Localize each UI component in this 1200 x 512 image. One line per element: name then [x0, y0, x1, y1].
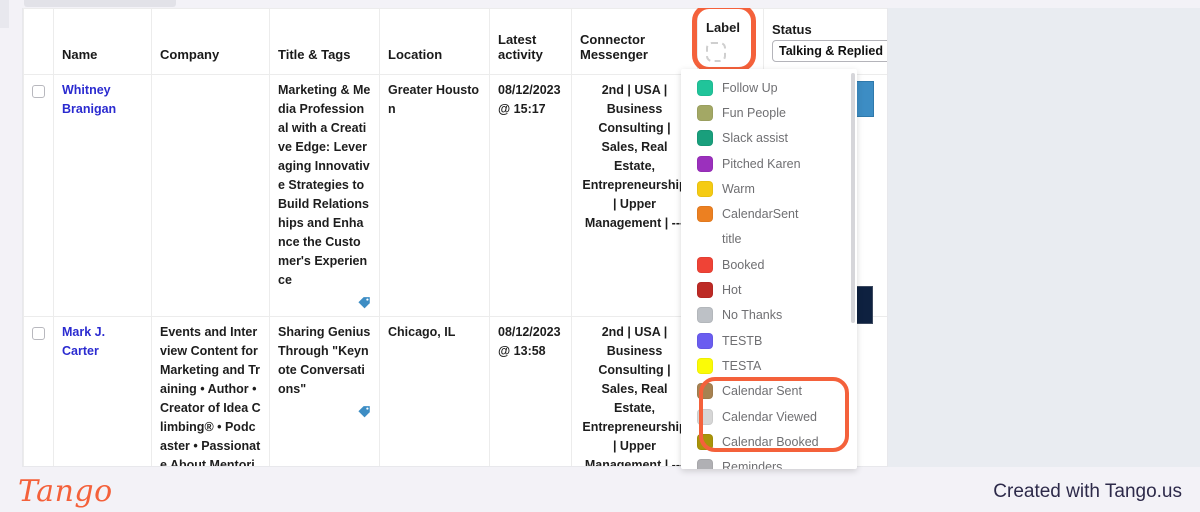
- label-option-text: Follow Up: [722, 80, 778, 95]
- label-option-text: Slack assist: [722, 131, 788, 146]
- label-option[interactable]: Follow Up: [681, 75, 857, 100]
- label-color-swatch: [697, 383, 713, 400]
- label-color-swatch: [697, 332, 713, 349]
- col-header-location[interactable]: Location: [379, 8, 490, 75]
- row-select-cell[interactable]: [23, 316, 54, 466]
- label-option-text: Pitched Karen: [722, 156, 801, 171]
- col-header-title-tags[interactable]: Title & Tags: [269, 8, 380, 75]
- label-option-text: Calendar Viewed: [722, 409, 817, 424]
- col-header-select: [23, 8, 54, 75]
- cell-company: Events and Interview Content for Marketi…: [151, 316, 270, 466]
- label-option[interactable]: Booked: [681, 252, 857, 277]
- label-option-text: Booked: [722, 257, 765, 272]
- label-color-swatch: [697, 408, 713, 425]
- label-option[interactable]: Reminders: [681, 454, 857, 469]
- label-option-text: Hot: [722, 283, 742, 298]
- col-header-label[interactable]: Label: [692, 8, 764, 75]
- cell-name[interactable]: Mark J. Carter: [53, 316, 152, 466]
- cell-title-text: Marketing & Media Professional with a Cr…: [278, 83, 371, 287]
- cell-latest-activity: 08/12/2023 @ 13:58: [489, 316, 572, 466]
- label-option[interactable]: TESTB: [681, 328, 857, 353]
- col-header-name[interactable]: Name: [53, 8, 152, 75]
- dropdown-scrollbar[interactable]: [851, 73, 855, 323]
- row-checkbox[interactable]: [32, 85, 45, 98]
- top-partial-bar: [24, 0, 176, 7]
- label-option[interactable]: Calendar Sent: [681, 379, 857, 404]
- label-option[interactable]: Pitched Karen: [681, 151, 857, 176]
- status-select[interactable]: Talking & Replied: [772, 40, 887, 62]
- label-option-text: Calendar Booked: [722, 434, 819, 449]
- label-option[interactable]: TESTA: [681, 353, 857, 378]
- label-option[interactable]: Calendar Booked: [681, 429, 857, 454]
- label-option-text: No Thanks: [722, 308, 783, 323]
- tango-logo: Tango: [18, 474, 113, 509]
- cell-title-text: Sharing Genius Through "Keynote Conversa…: [278, 325, 371, 396]
- label-color-swatch: [697, 282, 713, 299]
- label-option-text: Fun People: [722, 105, 786, 120]
- cell-location: Greater Houston: [379, 74, 490, 317]
- cell-connector-messenger: 2nd | USA | Business Consulting | Sales,…: [571, 74, 698, 317]
- label-color-swatch: [697, 459, 713, 469]
- cell-company: [151, 74, 270, 317]
- cell-latest-activity: 08/12/2023 @ 15:17: [489, 74, 572, 317]
- label-color-swatch: [697, 357, 713, 374]
- left-edge-decoration: [0, 0, 9, 28]
- label-dropdown-panel[interactable]: Follow Up Fun People Slack assist Pitched K…: [681, 69, 857, 469]
- row-checkbox[interactable]: [32, 327, 45, 340]
- cell-name[interactable]: Whitney Branigan: [53, 74, 152, 317]
- col-header-status: Status Talking & Replied: [763, 8, 887, 75]
- tag-icon[interactable]: [357, 405, 371, 419]
- label-option[interactable]: title: [681, 227, 857, 252]
- label-color-swatch: [697, 130, 713, 147]
- table-header-row: Name Company Title & Tags Location Lates…: [23, 8, 887, 75]
- label-option[interactable]: CalendarSent: [681, 201, 857, 226]
- label-color-swatch: [697, 206, 713, 223]
- cell-title-tags: Marketing & Media Professional with a Cr…: [269, 74, 380, 317]
- label-color-swatch: [697, 433, 713, 450]
- tango-credit: Created with Tango.us: [993, 481, 1182, 502]
- col-header-connector-messenger[interactable]: Connector Messenger: [571, 8, 698, 75]
- label-option[interactable]: Calendar Viewed: [681, 404, 857, 429]
- row-select-cell[interactable]: [23, 74, 54, 317]
- contact-name-link[interactable]: Mark J. Carter: [62, 323, 143, 361]
- label-color-swatch: [697, 256, 713, 273]
- contact-name-link[interactable]: Whitney Branigan: [62, 81, 143, 119]
- label-option[interactable]: Fun People: [681, 100, 857, 125]
- label-option-text: Calendar Sent: [722, 384, 802, 399]
- label-dropdown-list: Follow Up Fun People Slack assist Pitched K…: [681, 69, 857, 469]
- label-option-text: title: [722, 232, 742, 247]
- label-option-text: TESTB: [722, 333, 763, 348]
- label-color-swatch: [697, 180, 713, 197]
- col-header-company[interactable]: Company: [151, 8, 270, 75]
- cell-connector-messenger: 2nd | USA | Business Consulting | Sales,…: [571, 316, 698, 466]
- col-header-label-text: Label: [706, 20, 740, 35]
- status-label: Status: [772, 22, 812, 37]
- label-placeholder-icon[interactable]: [706, 42, 726, 62]
- label-column-highlight: [692, 8, 756, 72]
- label-option-text: TESTA: [722, 358, 762, 373]
- cell-location: Chicago, IL: [379, 316, 490, 466]
- status-select-value: Talking & Replied: [779, 44, 883, 58]
- tag-icon[interactable]: [357, 296, 371, 310]
- footer: Tango Created with Tango.us: [0, 467, 1200, 512]
- label-color-swatch: [697, 155, 713, 172]
- label-option[interactable]: No Thanks: [681, 303, 857, 328]
- label-option-text: Warm: [722, 181, 755, 196]
- label-option[interactable]: Slack assist: [681, 126, 857, 151]
- col-header-latest-activity[interactable]: Latest activity: [489, 8, 572, 75]
- label-option[interactable]: Warm: [681, 176, 857, 201]
- screenshot-root: Name Company Title & Tags Location Lates…: [0, 0, 1200, 512]
- label-option-text: CalendarSent: [722, 207, 799, 222]
- label-color-swatch: [697, 104, 713, 121]
- label-option-text: Reminders: [722, 460, 783, 469]
- label-color-swatch: [697, 79, 713, 96]
- right-gutter: [888, 8, 1200, 467]
- label-color-swatch: [697, 307, 713, 324]
- cell-title-tags: Sharing Genius Through "Keynote Conversa…: [269, 316, 380, 466]
- label-option[interactable]: Hot: [681, 277, 857, 302]
